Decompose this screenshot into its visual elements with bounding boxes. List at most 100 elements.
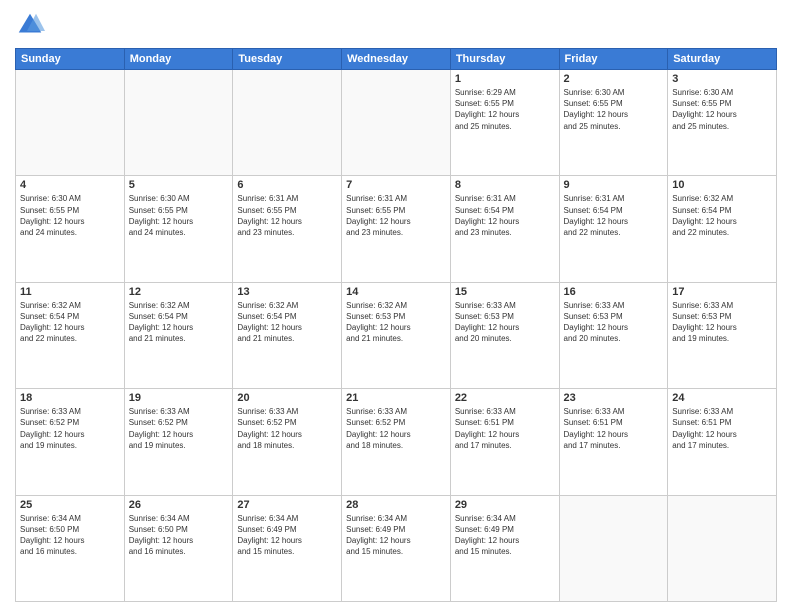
day-info: Sunrise: 6:34 AM Sunset: 6:49 PM Dayligh… [237, 513, 337, 558]
day-number: 14 [346, 286, 446, 298]
calendar-cell [124, 70, 233, 176]
day-number: 2 [564, 73, 664, 85]
calendar-cell: 23 Sunrise: 6:33 AM Sunset: 6:51 PM Dayli… [559, 389, 668, 495]
day-number: 25 [20, 499, 120, 511]
day-number: 11 [20, 286, 120, 298]
day-number: 3 [672, 73, 772, 85]
day-number: 10 [672, 179, 772, 191]
calendar-cell: 6 Sunrise: 6:31 AM Sunset: 6:55 PM Daylig… [233, 176, 342, 282]
calendar-cell [233, 70, 342, 176]
day-info: Sunrise: 6:32 AM Sunset: 6:54 PM Dayligh… [20, 300, 120, 345]
day-info: Sunrise: 6:32 AM Sunset: 6:54 PM Dayligh… [237, 300, 337, 345]
calendar-cell: 19Sunrise: 6:33 AM Sunset: 6:52 PM Dayli… [124, 389, 233, 495]
calendar-cell [342, 70, 451, 176]
day-number: 24 [672, 392, 772, 404]
week-row-1: 1 Sunrise: 6:29 AM Sunset: 6:55 PM Daylig… [16, 70, 777, 176]
weekday-header-saturday: Saturday [668, 49, 777, 70]
day-number: 26 [129, 499, 229, 511]
day-info: Sunrise: 6:31 AM Sunset: 6:54 PM Dayligh… [455, 193, 555, 238]
calendar-table: SundayMondayTuesdayWednesdayThursdayFrid… [15, 48, 777, 602]
calendar-cell: 27 Sunrise: 6:34 AM Sunset: 6:49 PM Dayli… [233, 495, 342, 601]
day-info: Sunrise: 6:31 AM Sunset: 6:54 PM Dayligh… [564, 193, 664, 238]
day-info: Sunrise: 6:32 AM Sunset: 6:54 PM Dayligh… [129, 300, 229, 345]
day-info: Sunrise: 6:30 AM Sunset: 6:55 PM Dayligh… [20, 193, 120, 238]
calendar-cell: 7Sunrise: 6:31 AM Sunset: 6:55 PM Daylig… [342, 176, 451, 282]
day-info: Sunrise: 6:30 AM Sunset: 6:55 PM Dayligh… [672, 87, 772, 132]
day-number: 20 [237, 392, 337, 404]
calendar-cell: 5 Sunrise: 6:30 AM Sunset: 6:55 PM Daylig… [124, 176, 233, 282]
day-info: Sunrise: 6:30 AM Sunset: 6:55 PM Dayligh… [564, 87, 664, 132]
day-number: 16 [564, 286, 664, 298]
calendar-cell: 24 Sunrise: 6:33 AM Sunset: 6:51 PM Dayli… [668, 389, 777, 495]
calendar-cell: 18 Sunrise: 6:33 AM Sunset: 6:52 PM Dayli… [16, 389, 125, 495]
calendar-cell: 11 Sunrise: 6:32 AM Sunset: 6:54 PM Dayli… [16, 282, 125, 388]
logo [15, 10, 49, 40]
weekday-header-row: SundayMondayTuesdayWednesdayThursdayFrid… [16, 49, 777, 70]
calendar-cell: 29Sunrise: 6:34 AM Sunset: 6:49 PM Dayli… [450, 495, 559, 601]
weekday-header-tuesday: Tuesday [233, 49, 342, 70]
day-number: 15 [455, 286, 555, 298]
day-number: 5 [129, 179, 229, 191]
day-info: Sunrise: 6:33 AM Sunset: 6:52 PM Dayligh… [20, 406, 120, 451]
week-row-2: 4 Sunrise: 6:30 AM Sunset: 6:55 PM Daylig… [16, 176, 777, 282]
day-number: 21 [346, 392, 446, 404]
day-info: Sunrise: 6:32 AM Sunset: 6:54 PM Dayligh… [672, 193, 772, 238]
calendar-cell: 14 Sunrise: 6:32 AM Sunset: 6:53 PM Dayli… [342, 282, 451, 388]
calendar-cell: 15 Sunrise: 6:33 AM Sunset: 6:53 PM Dayli… [450, 282, 559, 388]
calendar-cell: 3 Sunrise: 6:30 AM Sunset: 6:55 PM Daylig… [668, 70, 777, 176]
day-info: Sunrise: 6:33 AM Sunset: 6:52 PM Dayligh… [346, 406, 446, 451]
weekday-header-thursday: Thursday [450, 49, 559, 70]
day-number: 13 [237, 286, 337, 298]
week-row-5: 25 Sunrise: 6:34 AM Sunset: 6:50 PM Dayli… [16, 495, 777, 601]
day-number: 18 [20, 392, 120, 404]
day-info: Sunrise: 6:30 AM Sunset: 6:55 PM Dayligh… [129, 193, 229, 238]
header [15, 10, 777, 40]
day-info: Sunrise: 6:32 AM Sunset: 6:53 PM Dayligh… [346, 300, 446, 345]
day-number: 4 [20, 179, 120, 191]
week-row-4: 18 Sunrise: 6:33 AM Sunset: 6:52 PM Dayli… [16, 389, 777, 495]
day-number: 28 [346, 499, 446, 511]
calendar-cell: 8 Sunrise: 6:31 AM Sunset: 6:54 PM Daylig… [450, 176, 559, 282]
calendar-cell: 21 Sunrise: 6:33 AM Sunset: 6:52 PM Dayli… [342, 389, 451, 495]
day-number: 29 [455, 499, 555, 511]
weekday-header-wednesday: Wednesday [342, 49, 451, 70]
week-row-3: 11 Sunrise: 6:32 AM Sunset: 6:54 PM Dayli… [16, 282, 777, 388]
calendar-cell: 28 Sunrise: 6:34 AM Sunset: 6:49 PM Dayli… [342, 495, 451, 601]
calendar-cell: 13 Sunrise: 6:32 AM Sunset: 6:54 PM Dayli… [233, 282, 342, 388]
day-number: 6 [237, 179, 337, 191]
day-info: Sunrise: 6:29 AM Sunset: 6:55 PM Dayligh… [455, 87, 555, 132]
calendar-cell: 1 Sunrise: 6:29 AM Sunset: 6:55 PM Daylig… [450, 70, 559, 176]
weekday-header-monday: Monday [124, 49, 233, 70]
day-info: Sunrise: 6:31 AM Sunset: 6:55 PM Dayligh… [346, 193, 446, 238]
day-info: Sunrise: 6:31 AM Sunset: 6:55 PM Dayligh… [237, 193, 337, 238]
calendar-cell: 2 Sunrise: 6:30 AM Sunset: 6:55 PM Daylig… [559, 70, 668, 176]
day-number: 12 [129, 286, 229, 298]
calendar-cell: 12 Sunrise: 6:32 AM Sunset: 6:54 PM Dayli… [124, 282, 233, 388]
calendar-cell: 22 Sunrise: 6:33 AM Sunset: 6:51 PM Dayli… [450, 389, 559, 495]
calendar-cell: 25 Sunrise: 6:34 AM Sunset: 6:50 PM Dayli… [16, 495, 125, 601]
calendar-cell: 26Sunrise: 6:34 AM Sunset: 6:50 PM Dayli… [124, 495, 233, 601]
day-info: Sunrise: 6:33 AM Sunset: 6:51 PM Dayligh… [672, 406, 772, 451]
day-number: 8 [455, 179, 555, 191]
day-number: 19 [129, 392, 229, 404]
calendar-cell [668, 495, 777, 601]
day-number: 1 [455, 73, 555, 85]
day-number: 23 [564, 392, 664, 404]
day-number: 27 [237, 499, 337, 511]
calendar-cell: 16Sunrise: 6:33 AM Sunset: 6:53 PM Dayli… [559, 282, 668, 388]
day-number: 22 [455, 392, 555, 404]
day-number: 9 [564, 179, 664, 191]
day-info: Sunrise: 6:33 AM Sunset: 6:53 PM Dayligh… [672, 300, 772, 345]
calendar-cell [559, 495, 668, 601]
day-info: Sunrise: 6:34 AM Sunset: 6:50 PM Dayligh… [20, 513, 120, 558]
day-info: Sunrise: 6:33 AM Sunset: 6:51 PM Dayligh… [564, 406, 664, 451]
day-info: Sunrise: 6:33 AM Sunset: 6:52 PM Dayligh… [237, 406, 337, 451]
calendar-cell: 20 Sunrise: 6:33 AM Sunset: 6:52 PM Dayli… [233, 389, 342, 495]
logo-icon [15, 10, 45, 40]
page: SundayMondayTuesdayWednesdayThursdayFrid… [0, 0, 792, 612]
calendar-cell [16, 70, 125, 176]
day-info: Sunrise: 6:34 AM Sunset: 6:49 PM Dayligh… [346, 513, 446, 558]
day-info: Sunrise: 6:33 AM Sunset: 6:51 PM Dayligh… [455, 406, 555, 451]
calendar-cell: 17Sunrise: 6:33 AM Sunset: 6:53 PM Dayli… [668, 282, 777, 388]
day-info: Sunrise: 6:33 AM Sunset: 6:53 PM Dayligh… [455, 300, 555, 345]
